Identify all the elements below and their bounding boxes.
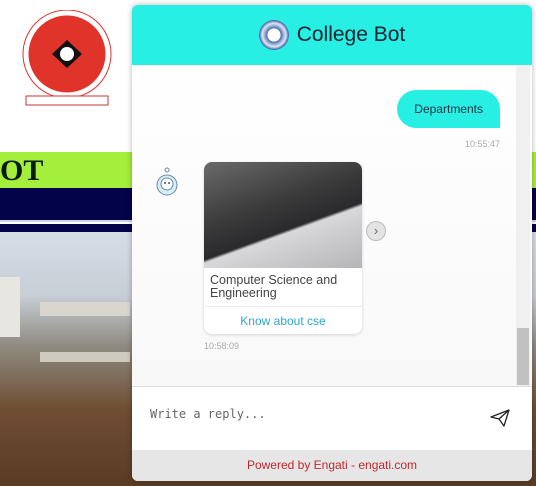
card-title: Computer Science and Engineering: [210, 273, 338, 300]
laptop-image: [204, 162, 362, 268]
user-message: Departments: [397, 90, 500, 128]
carousel-next-icon[interactable]: ›: [366, 221, 386, 241]
message-time: 10:58:09: [204, 341, 240, 351]
naac-logo: [22, 10, 112, 106]
powered-by-link[interactable]: Powered by Engati - engati.com: [132, 450, 532, 481]
chat-messages[interactable]: Departments 10:55:47 Computer Science an…: [132, 65, 532, 386]
know-about-cse-button[interactable]: Know about cse: [204, 306, 362, 334]
college-seal-icon: [258, 20, 289, 50]
department-card: Computer Science and Engineering Know ab…: [204, 162, 362, 334]
banner-text: OT: [0, 154, 44, 187]
reply-area: [132, 386, 532, 450]
reply-input[interactable]: [150, 407, 470, 421]
scrollbar[interactable]: [516, 65, 530, 386]
send-icon[interactable]: [490, 409, 510, 427]
chat-header: College Bot: [132, 5, 532, 65]
bot-avatar-icon: [156, 167, 178, 196]
chat-widget: College Bot Departments 10:55:47 Compute…: [132, 5, 532, 481]
scrollbar-thumb[interactable]: [517, 328, 529, 385]
chat-title: College Bot: [296, 23, 406, 46]
message-time: 10:55:47: [464, 139, 500, 149]
